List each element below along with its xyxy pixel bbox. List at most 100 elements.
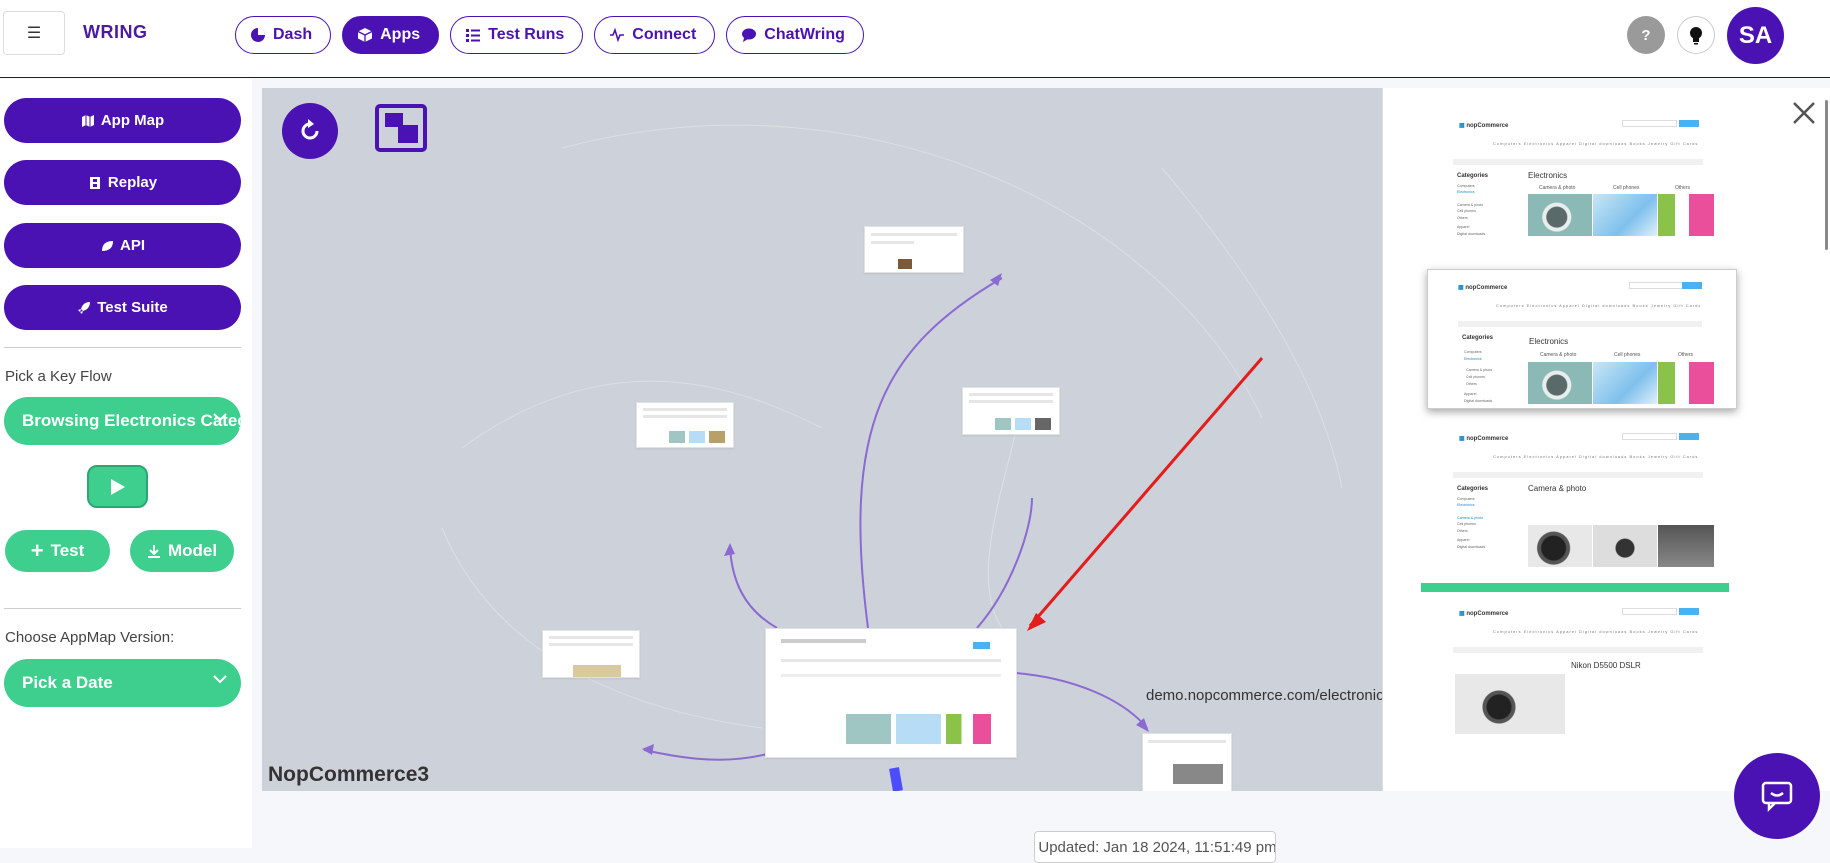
nav-connect-button[interactable]: Connect bbox=[594, 16, 716, 54]
nav-chatwring-button[interactable]: ChatWring bbox=[726, 16, 864, 54]
shot-subcategory: Others bbox=[1675, 185, 1691, 191]
chat-bubble-icon bbox=[742, 28, 757, 42]
brand-title: WRING bbox=[83, 22, 148, 42]
updated-text: Updated: Jan 18 2024, 11:51:49 pm bbox=[1038, 838, 1276, 856]
nav-label: Test Runs bbox=[488, 26, 565, 43]
play-icon bbox=[110, 478, 125, 495]
download-model-button[interactable]: Model bbox=[130, 530, 234, 572]
hamburger-icon: ☰ bbox=[26, 25, 42, 42]
version-label: Choose AppMap Version: bbox=[5, 629, 175, 646]
shot-logo: ▦ nopCommerce bbox=[1459, 436, 1509, 442]
map-node-current-page[interactable] bbox=[765, 628, 1017, 758]
play-flow-button[interactable] bbox=[87, 465, 148, 508]
button-label: Model bbox=[167, 541, 218, 560]
main-nav: Dash Apps Test Runs Connect ChatWring bbox=[235, 16, 864, 54]
list-icon bbox=[466, 29, 481, 42]
shot-page-heading: Electronics bbox=[1529, 337, 1569, 346]
panel-scrollbar[interactable] bbox=[1825, 100, 1828, 250]
add-test-button[interactable]: + Test bbox=[5, 530, 110, 572]
app-map-button[interactable]: App Map bbox=[4, 98, 241, 143]
map-node-thumbnail[interactable] bbox=[962, 387, 1060, 435]
shot-subcategory: Camera & photo bbox=[1540, 352, 1577, 358]
shot-page-heading: Electronics bbox=[1528, 171, 1568, 180]
nav-label: Apps bbox=[380, 26, 421, 43]
shot-page-heading: Nikon D5500 DSLR bbox=[1571, 661, 1641, 670]
chevron-down-icon bbox=[213, 413, 227, 422]
tips-button[interactable] bbox=[1677, 16, 1715, 54]
help-button[interactable]: ? bbox=[1627, 16, 1665, 54]
user-initials: SA bbox=[1738, 21, 1773, 49]
pulse-icon bbox=[610, 27, 625, 43]
question-icon: ? bbox=[1641, 26, 1651, 44]
leaf-icon bbox=[101, 240, 113, 251]
flow-step-screenshot[interactable]: ▦ nopCommerce Computers Electronics Appa… bbox=[1453, 421, 1714, 569]
shot-page-heading: Camera & photo bbox=[1528, 484, 1587, 493]
shot-menu: Computers Electronics Apparel Digital do… bbox=[1493, 454, 1699, 459]
nav-dash-button[interactable]: Dash bbox=[235, 16, 332, 54]
app-map-canvas[interactable]: demo.nopcommerce.com/electronics NopComm… bbox=[262, 88, 1382, 791]
map-node-thumbnail[interactable] bbox=[542, 630, 640, 678]
user-avatar[interactable]: SA bbox=[1727, 7, 1784, 64]
shot-logo: ▦ nopCommerce bbox=[1459, 611, 1509, 617]
lightbulb-icon bbox=[1690, 27, 1702, 45]
plus-icon: + bbox=[30, 538, 44, 563]
chat-support-button[interactable] bbox=[1734, 753, 1820, 839]
shot-subcategory: Cell phones bbox=[1614, 352, 1641, 358]
shot-subcategory: Cell phones bbox=[1613, 185, 1640, 191]
map-node-thumbnail[interactable] bbox=[864, 226, 964, 273]
api-button[interactable]: API bbox=[4, 223, 241, 268]
notification-banner bbox=[1421, 583, 1729, 592]
rocket-icon bbox=[78, 301, 91, 314]
button-label: App Map bbox=[100, 112, 165, 129]
nav-label: Dash bbox=[273, 26, 313, 43]
hamburger-menu-button[interactable]: ☰ bbox=[3, 11, 65, 55]
flow-step-screenshot[interactable]: ▦ nopCommerce Computers Electronics Appa… bbox=[1453, 108, 1714, 243]
button-label: Test bbox=[50, 541, 85, 560]
version-date-select[interactable]: Pick a Date bbox=[4, 659, 241, 707]
shot-menu: Computers Electronics Apparel Digital do… bbox=[1493, 141, 1699, 146]
divider bbox=[4, 608, 241, 609]
node-url-label: demo.nopcommerce.com/electronics bbox=[1146, 687, 1382, 704]
replay-button[interactable]: Replay bbox=[4, 160, 241, 205]
map-icon bbox=[81, 114, 94, 127]
nav-apps-button[interactable]: Apps bbox=[342, 16, 440, 54]
nav-label: ChatWring bbox=[764, 26, 845, 43]
flow-step-screenshot[interactable]: ▦ nopCommerce Computers Electronics Appa… bbox=[1453, 596, 1703, 791]
version-value: Pick a Date bbox=[22, 673, 113, 692]
flow-step-screenshot-selected[interactable]: ▦ nopCommerce Computers Electronics Appa… bbox=[1427, 269, 1737, 409]
chat-icon bbox=[1761, 781, 1793, 812]
pie-chart-icon bbox=[251, 28, 265, 42]
chevron-down-icon bbox=[213, 675, 227, 684]
nav-label: Connect bbox=[632, 26, 697, 43]
divider bbox=[4, 347, 241, 348]
close-icon[interactable] bbox=[1791, 100, 1817, 126]
nav-test-runs-button[interactable]: Test Runs bbox=[450, 16, 584, 54]
film-icon bbox=[89, 176, 100, 189]
top-bar: ☰ WRING Dash Apps Test Runs Connect Chat… bbox=[0, 0, 1830, 78]
test-suite-button[interactable]: Test Suite bbox=[4, 285, 241, 330]
updated-timestamp: Updated: Jan 18 2024, 11:51:49 pm bbox=[1034, 831, 1276, 863]
fit-view-button[interactable] bbox=[374, 103, 428, 153]
main-area: demo.nopcommerce.com/electronics NopComm… bbox=[252, 79, 1830, 863]
key-flow-select[interactable]: Browsing Electronics Category bbox=[4, 397, 241, 445]
shot-subcategory: Camera & photo bbox=[1539, 185, 1576, 191]
sidebar: App Map Replay API Test Suite Pick a Key… bbox=[0, 79, 252, 848]
shot-logo: ▦ nopCommerce bbox=[1459, 123, 1509, 129]
button-label: API bbox=[119, 237, 145, 254]
map-node-thumbnail[interactable] bbox=[1142, 733, 1232, 791]
shot-menu: Computers Electronics Apparel Digital do… bbox=[1493, 629, 1699, 634]
shot-categories: Categories bbox=[1457, 486, 1489, 492]
key-flow-value: Browsing Electronics Category bbox=[22, 411, 241, 430]
shot-menu: Computers Electronics Apparel Digital do… bbox=[1496, 303, 1702, 308]
map-node-thumbnail[interactable] bbox=[636, 402, 734, 448]
download-icon bbox=[147, 544, 160, 558]
app-map-title: NopCommerce3 bbox=[268, 763, 430, 786]
flow-screenshots-panel: ▦ nopCommerce Computers Electronics Appa… bbox=[1382, 88, 1830, 791]
shot-categories: Categories bbox=[1457, 173, 1489, 179]
fit-screen-icon bbox=[375, 104, 427, 152]
shot-logo: ▦ nopCommerce bbox=[1458, 285, 1508, 291]
cube-icon bbox=[357, 28, 373, 42]
reset-view-button[interactable] bbox=[282, 103, 338, 159]
shot-subcategory: Others bbox=[1678, 352, 1694, 358]
refresh-icon bbox=[301, 119, 319, 140]
